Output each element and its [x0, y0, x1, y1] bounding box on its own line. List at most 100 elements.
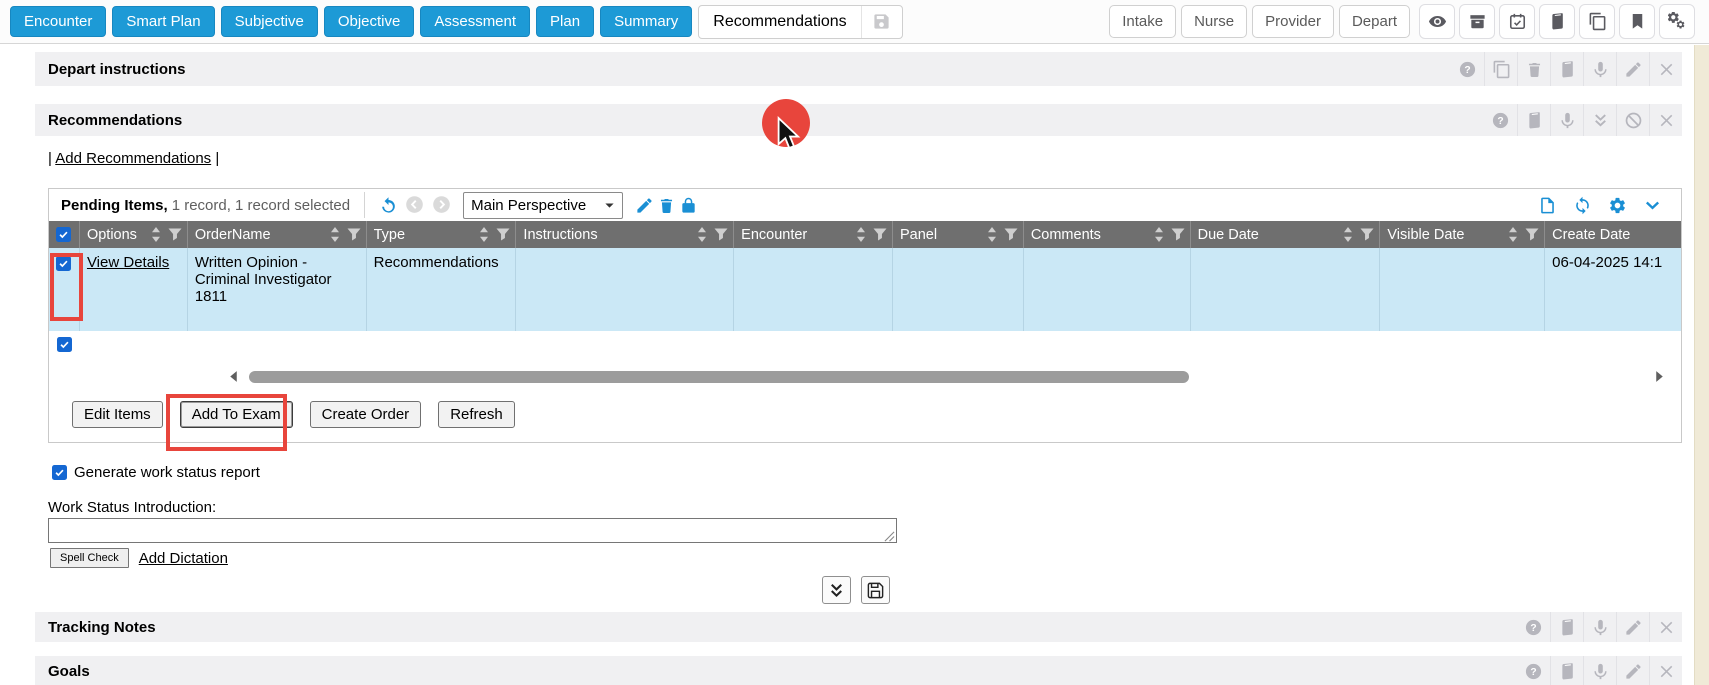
eye-icon[interactable]: [1419, 4, 1455, 39]
tab-summary[interactable]: Summary: [600, 6, 692, 37]
sort-icon[interactable]: [1508, 227, 1518, 242]
column-header-order_name[interactable]: OrderName: [187, 221, 366, 248]
create-order-button[interactable]: Create Order: [310, 401, 422, 428]
add-dictation-link[interactable]: Add Dictation: [139, 550, 228, 567]
provider-button[interactable]: Provider: [1252, 5, 1334, 38]
pencil-icon[interactable]: [1616, 52, 1649, 86]
sort-icon[interactable]: [856, 227, 866, 242]
filter-icon[interactable]: [714, 228, 728, 241]
filter-icon[interactable]: [1004, 228, 1018, 241]
spell-check-button[interactable]: Spell Check: [50, 548, 129, 568]
perspective-select[interactable]: Main Perspective: [463, 192, 623, 219]
nurse-button[interactable]: Nurse: [1181, 5, 1247, 38]
undo-icon[interactable]: [377, 194, 399, 216]
tab-plan[interactable]: Plan: [536, 6, 594, 37]
column-header-create_date[interactable]: Create Date: [1544, 221, 1681, 248]
tab-encounter[interactable]: Encounter: [10, 6, 106, 37]
new-document-icon[interactable]: [1536, 194, 1558, 216]
column-header-visible_date[interactable]: Visible Date: [1379, 221, 1544, 248]
tab-objective[interactable]: Objective: [324, 6, 415, 37]
book-icon[interactable]: [1550, 612, 1583, 642]
column-header-panel[interactable]: Panel: [892, 221, 1023, 248]
tab-smart-plan[interactable]: Smart Plan: [112, 6, 214, 37]
filter-icon[interactable]: [1360, 228, 1374, 241]
next-page-icon[interactable]: [432, 195, 453, 216]
sort-icon[interactable]: [697, 227, 707, 242]
mic-icon[interactable]: [1550, 104, 1583, 136]
trash-icon[interactable]: [1517, 52, 1550, 86]
column-header-encounter[interactable]: Encounter: [733, 221, 892, 248]
lock-perspective-icon[interactable]: [677, 194, 699, 216]
footer-checkbox[interactable]: [57, 337, 72, 352]
pencil-icon[interactable]: [1616, 656, 1649, 685]
refresh-grid-icon[interactable]: [1571, 194, 1593, 216]
expand-more-button[interactable]: [822, 576, 851, 604]
save-icon[interactable]: [862, 12, 902, 31]
add-recommendations-link[interactable]: Add Recommendations: [55, 150, 211, 167]
book-icon[interactable]: [1517, 104, 1550, 136]
refresh-button[interactable]: Refresh: [438, 401, 515, 428]
question-icon[interactable]: ?: [1517, 656, 1550, 685]
gears-icon[interactable]: [1659, 4, 1695, 39]
add-to-exam-button[interactable]: Add To Exam: [180, 401, 293, 428]
pencil-icon[interactable]: [1616, 612, 1649, 642]
filter-icon[interactable]: [873, 228, 887, 241]
view-details-link[interactable]: View Details: [87, 254, 169, 271]
scrollbar-thumb[interactable]: [249, 371, 1189, 383]
sort-icon[interactable]: [1343, 227, 1353, 242]
edit-perspective-icon[interactable]: [633, 194, 655, 216]
previous-page-icon[interactable]: [405, 195, 426, 216]
question-icon[interactable]: ?: [1484, 104, 1517, 136]
sort-icon[interactable]: [1154, 227, 1164, 242]
close-icon[interactable]: [1649, 612, 1682, 642]
bookmark-icon[interactable]: [1619, 4, 1655, 39]
sort-icon[interactable]: [330, 227, 340, 242]
question-icon[interactable]: ?: [1451, 52, 1484, 86]
copy-icon[interactable]: [1484, 52, 1517, 86]
select-all-checkbox[interactable]: [56, 227, 71, 242]
book-icon[interactable]: [1539, 4, 1575, 39]
filter-icon[interactable]: [1525, 228, 1539, 241]
column-header-due_date[interactable]: Due Date: [1190, 221, 1380, 248]
row-checkbox[interactable]: [56, 256, 71, 271]
book-icon[interactable]: [1550, 52, 1583, 86]
column-header-type[interactable]: Type: [366, 221, 516, 248]
tab-subjective[interactable]: Subjective: [221, 6, 318, 37]
tab-recommendations-active[interactable]: Recommendations: [698, 5, 902, 39]
question-icon[interactable]: ?: [1517, 612, 1550, 642]
mic-icon[interactable]: [1583, 612, 1616, 642]
tab-assessment[interactable]: Assessment: [420, 6, 530, 37]
close-icon[interactable]: [1649, 52, 1682, 86]
filter-icon[interactable]: [1171, 228, 1185, 241]
mic-icon[interactable]: [1583, 656, 1616, 685]
scroll-right-icon[interactable]: [1653, 370, 1666, 383]
archive-icon[interactable]: [1459, 4, 1495, 39]
horizontal-scrollbar[interactable]: [49, 367, 1681, 387]
mic-icon[interactable]: [1583, 52, 1616, 86]
scroll-left-icon[interactable]: [227, 370, 240, 383]
chevrons-down-icon[interactable]: [1583, 104, 1616, 136]
column-header-comments[interactable]: Comments: [1023, 221, 1190, 248]
generate-report-checkbox[interactable]: [52, 465, 67, 480]
depart-button[interactable]: Depart: [1339, 5, 1410, 38]
calendar-check-icon[interactable]: [1499, 4, 1535, 39]
sort-icon[interactable]: [151, 227, 161, 242]
filter-icon[interactable]: [168, 228, 182, 241]
copy-icon[interactable]: [1579, 4, 1615, 39]
sort-icon[interactable]: [479, 227, 489, 242]
column-header-instructions[interactable]: Instructions: [515, 221, 733, 248]
sort-icon[interactable]: [987, 227, 997, 242]
filter-icon[interactable]: [496, 228, 510, 241]
column-header-options_link[interactable]: Options: [79, 221, 187, 248]
filter-icon[interactable]: [347, 228, 361, 241]
close-icon[interactable]: [1649, 656, 1682, 685]
block-icon[interactable]: [1616, 104, 1649, 136]
grid-settings-icon[interactable]: [1606, 194, 1628, 216]
intake-button[interactable]: Intake: [1109, 5, 1176, 38]
collapse-grid-icon[interactable]: [1641, 194, 1663, 216]
close-icon[interactable]: [1649, 104, 1682, 136]
save-button[interactable]: [861, 576, 890, 604]
work-status-intro-input[interactable]: [48, 518, 897, 543]
book-icon[interactable]: [1550, 656, 1583, 685]
edit-items-button[interactable]: Edit Items: [72, 401, 163, 428]
